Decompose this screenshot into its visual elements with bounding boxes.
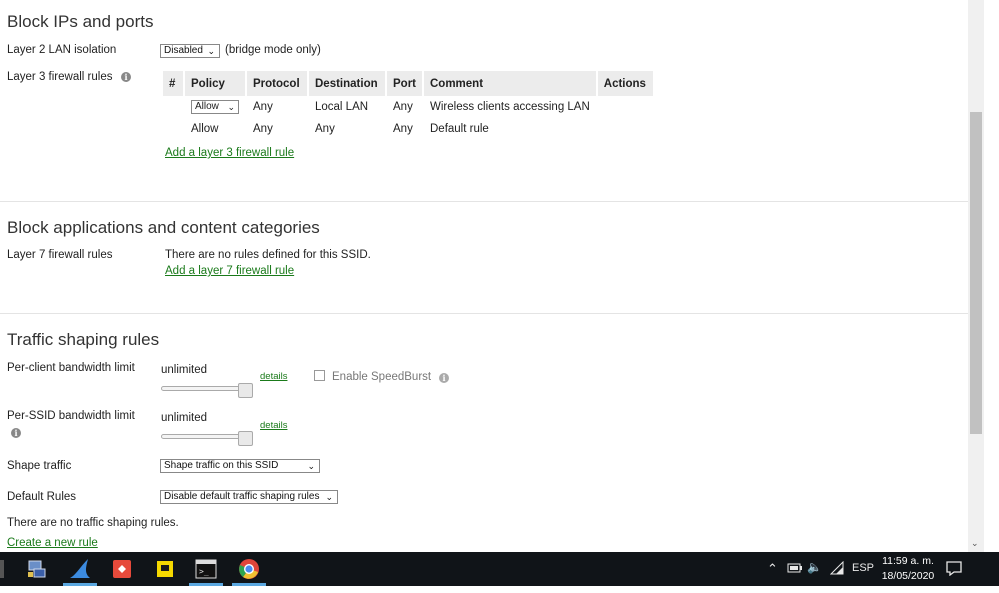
add-layer3-rule-link[interactable]: Add a layer 3 firewall rule <box>165 147 294 159</box>
scroll-down-icon[interactable]: ⌄ <box>971 538 979 549</box>
per-client-slider-track[interactable] <box>161 386 241 391</box>
cell-port: Any <box>393 101 413 113</box>
layer2-note: (bridge mode only) <box>225 44 321 56</box>
cell-comment: Default rule <box>430 123 489 135</box>
per-ssid-details-link[interactable]: details <box>260 420 287 431</box>
default-rules-select[interactable]: Disable default traffic shaping rules ⌄ <box>160 490 338 504</box>
layer2-label: Layer 2 LAN isolation <box>7 44 117 56</box>
notifications-icon[interactable] <box>946 560 962 579</box>
policy-select[interactable]: Allow ⌄ <box>191 100 239 114</box>
chevron-up-icon[interactable]: ⌃ <box>767 561 778 577</box>
chevron-down-icon: ⌄ <box>207 46 215 56</box>
per-ssid-slider-handle[interactable] <box>238 431 253 446</box>
info-icon[interactable]: i <box>11 428 21 438</box>
cell-port: Any <box>393 123 413 135</box>
chevron-down-icon: ⌄ <box>227 102 235 112</box>
wifi-icon[interactable] <box>829 560 844 578</box>
svg-text:>_: >_ <box>199 567 209 576</box>
section-title-block-apps: Block applications and content categorie… <box>7 218 320 237</box>
sticky-notes-icon[interactable] <box>153 557 177 581</box>
per-ssid-value: unlimited <box>161 412 208 424</box>
chevron-down-icon: ⌄ <box>307 461 315 471</box>
col-header-comment: Comment <box>424 71 596 96</box>
git-icon[interactable] <box>110 557 134 581</box>
per-client-details-link[interactable]: details <box>260 371 287 382</box>
network-settings-icon[interactable] <box>25 557 49 581</box>
section-title-block-ips: Block IPs and ports <box>7 12 154 31</box>
cell-policy: Allow <box>191 123 219 135</box>
per-ssid-slider-track[interactable] <box>161 434 241 439</box>
cell-protocol: Any <box>253 123 273 135</box>
layer3-firewall-table: # Policy Protocol Destination Port Comme… <box>161 71 655 140</box>
cell-protocol: Any <box>253 101 273 113</box>
layer3-label: Layer 3 firewall rules <box>7 71 113 83</box>
col-header-policy: Policy <box>185 71 245 96</box>
cell-destination: Any <box>315 123 335 135</box>
default-rules-value: Disable default traffic shaping rules <box>164 491 320 502</box>
table-row: Allow Any Any Any Default rule <box>163 118 653 140</box>
show-desktop-edge[interactable] <box>0 560 4 578</box>
clock-time: 11:59 a. m. <box>882 555 934 567</box>
per-ssid-label: Per-SSID bandwidth limit <box>7 410 135 422</box>
speedburst-label: Enable SpeedBurst <box>332 371 432 383</box>
no-shaping-rules-text: There are no traffic shaping rules. <box>7 517 179 529</box>
main-content: Block IPs and ports Layer 2 LAN isolatio… <box>0 0 968 552</box>
terminal-icon[interactable]: >_ <box>194 557 218 581</box>
battery-icon[interactable] <box>787 561 803 578</box>
layer7-no-rules: There are no rules defined for this SSID… <box>165 249 371 261</box>
section-title-traffic-shaping: Traffic shaping rules <box>7 330 160 349</box>
volume-icon[interactable]: 🔈 <box>807 560 822 574</box>
shape-traffic-value: Shape traffic on this SSID <box>164 460 279 471</box>
table-header-row: # Policy Protocol Destination Port Comme… <box>163 71 653 96</box>
cell-comment: Wireless clients accessing LAN <box>430 101 590 113</box>
layer7-label: Layer 7 firewall rules <box>7 249 113 261</box>
layer2-isolation-select[interactable]: Disabled ⌄ <box>160 44 220 58</box>
add-layer7-rule-link[interactable]: Add a layer 7 firewall rule <box>165 265 294 277</box>
policy-value: Allow <box>195 101 219 112</box>
layer2-isolation-value: Disabled <box>164 45 203 56</box>
default-rules-label: Default Rules <box>7 491 77 503</box>
wireshark-icon[interactable] <box>68 557 92 581</box>
chrome-icon[interactable] <box>237 557 261 581</box>
clock-date: 18/05/2020 <box>881 570 935 582</box>
info-icon[interactable]: i <box>121 72 131 82</box>
info-icon[interactable]: i <box>439 373 449 383</box>
language-indicator[interactable]: ESP <box>852 562 874 574</box>
per-client-value: unlimited <box>161 364 208 376</box>
col-header-protocol: Protocol <box>247 71 307 96</box>
divider <box>0 201 968 202</box>
col-header-port: Port <box>387 71 422 96</box>
col-header-destination: Destination <box>309 71 385 96</box>
cell-destination: Local LAN <box>315 101 369 113</box>
shape-traffic-label: Shape traffic <box>7 460 72 472</box>
speedburst-checkbox[interactable] <box>314 370 325 381</box>
chevron-down-icon: ⌄ <box>325 492 333 502</box>
taskbar-clock[interactable]: 11:59 a. m. 18/05/2020 <box>876 554 940 584</box>
taskbar: >_ ⌃ 🔈 ESP 11:59 a. m. 18/05/2020 <box>0 552 999 586</box>
per-client-slider-handle[interactable] <box>238 383 253 398</box>
shape-traffic-select[interactable]: Shape traffic on this SSID ⌄ <box>160 459 320 473</box>
divider <box>0 313 968 314</box>
per-client-label: Per-client bandwidth limit <box>7 362 135 374</box>
create-rule-link[interactable]: Create a new rule <box>7 537 98 549</box>
col-header-number: # <box>163 71 183 96</box>
scrollbar-thumb[interactable] <box>970 112 982 434</box>
col-header-actions: Actions <box>597 71 653 96</box>
table-row: Allow ⌄ Any Local LAN Any Wireless clien… <box>163 96 653 118</box>
